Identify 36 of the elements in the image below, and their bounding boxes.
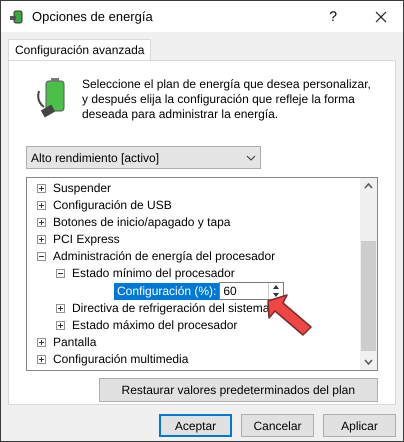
tab[interactable]: Configuración avanzada xyxy=(8,39,152,60)
expand-icon[interactable] xyxy=(37,235,46,244)
tree-item[interactable]: Pantalla xyxy=(53,334,96,351)
tree-item[interactable]: Estado máximo del procesador xyxy=(72,317,238,334)
chevron-down-icon xyxy=(246,154,256,160)
percent-spinbox[interactable]: 60 xyxy=(219,282,284,300)
setting-label: Configuración (%): xyxy=(114,282,220,300)
expand-icon[interactable] xyxy=(37,338,46,347)
description-text: Seleccione el plan de energía que desea personalizar, y después elija la configuración que refleje la forma deseada para administrar la energía. xyxy=(82,77,372,122)
tree-item[interactable]: Configuración multimedia xyxy=(53,351,188,368)
tree-item[interactable]: Administración de energía del procesador xyxy=(53,248,276,265)
dialog-button[interactable]: Aceptar xyxy=(159,414,232,437)
window-title: Opciones de energía xyxy=(32,8,153,26)
collapse-icon[interactable] xyxy=(56,269,65,278)
close-icon[interactable] xyxy=(375,10,387,22)
collapse-icon[interactable] xyxy=(37,252,46,261)
expand-icon[interactable] xyxy=(37,355,46,364)
scroll-thumb[interactable] xyxy=(361,241,376,351)
tree-item[interactable]: PCI Express xyxy=(53,231,120,248)
help-button[interactable]: ? xyxy=(329,6,337,27)
scrollbar[interactable] xyxy=(360,178,377,370)
expand-icon[interactable] xyxy=(56,321,65,330)
tree-item[interactable]: Estado mínimo del procesador xyxy=(72,265,235,282)
tree-item[interactable]: Suspender xyxy=(53,180,112,197)
dialog-button[interactable]: Aplicar xyxy=(323,414,396,437)
expand-icon[interactable] xyxy=(37,201,46,210)
restore-defaults-button[interactable]: Restaurar valores predeterminados del plan xyxy=(98,378,378,402)
dialog-button[interactable]: Cancelar xyxy=(241,414,314,437)
tree-item[interactable]: Configuración de USB xyxy=(53,197,172,214)
plan-dropdown[interactable]: Alto rendimiento [activo] xyxy=(26,146,261,169)
expand-icon[interactable] xyxy=(37,184,46,193)
tree-item[interactable]: Directiva de refrigeración del sistema xyxy=(72,300,270,317)
expand-icon[interactable] xyxy=(37,218,46,227)
tree-item[interactable]: Botones de inicio/apagado y tapa xyxy=(53,214,230,231)
battery-plug-icon xyxy=(9,8,25,24)
expand-icon[interactable] xyxy=(56,304,65,313)
